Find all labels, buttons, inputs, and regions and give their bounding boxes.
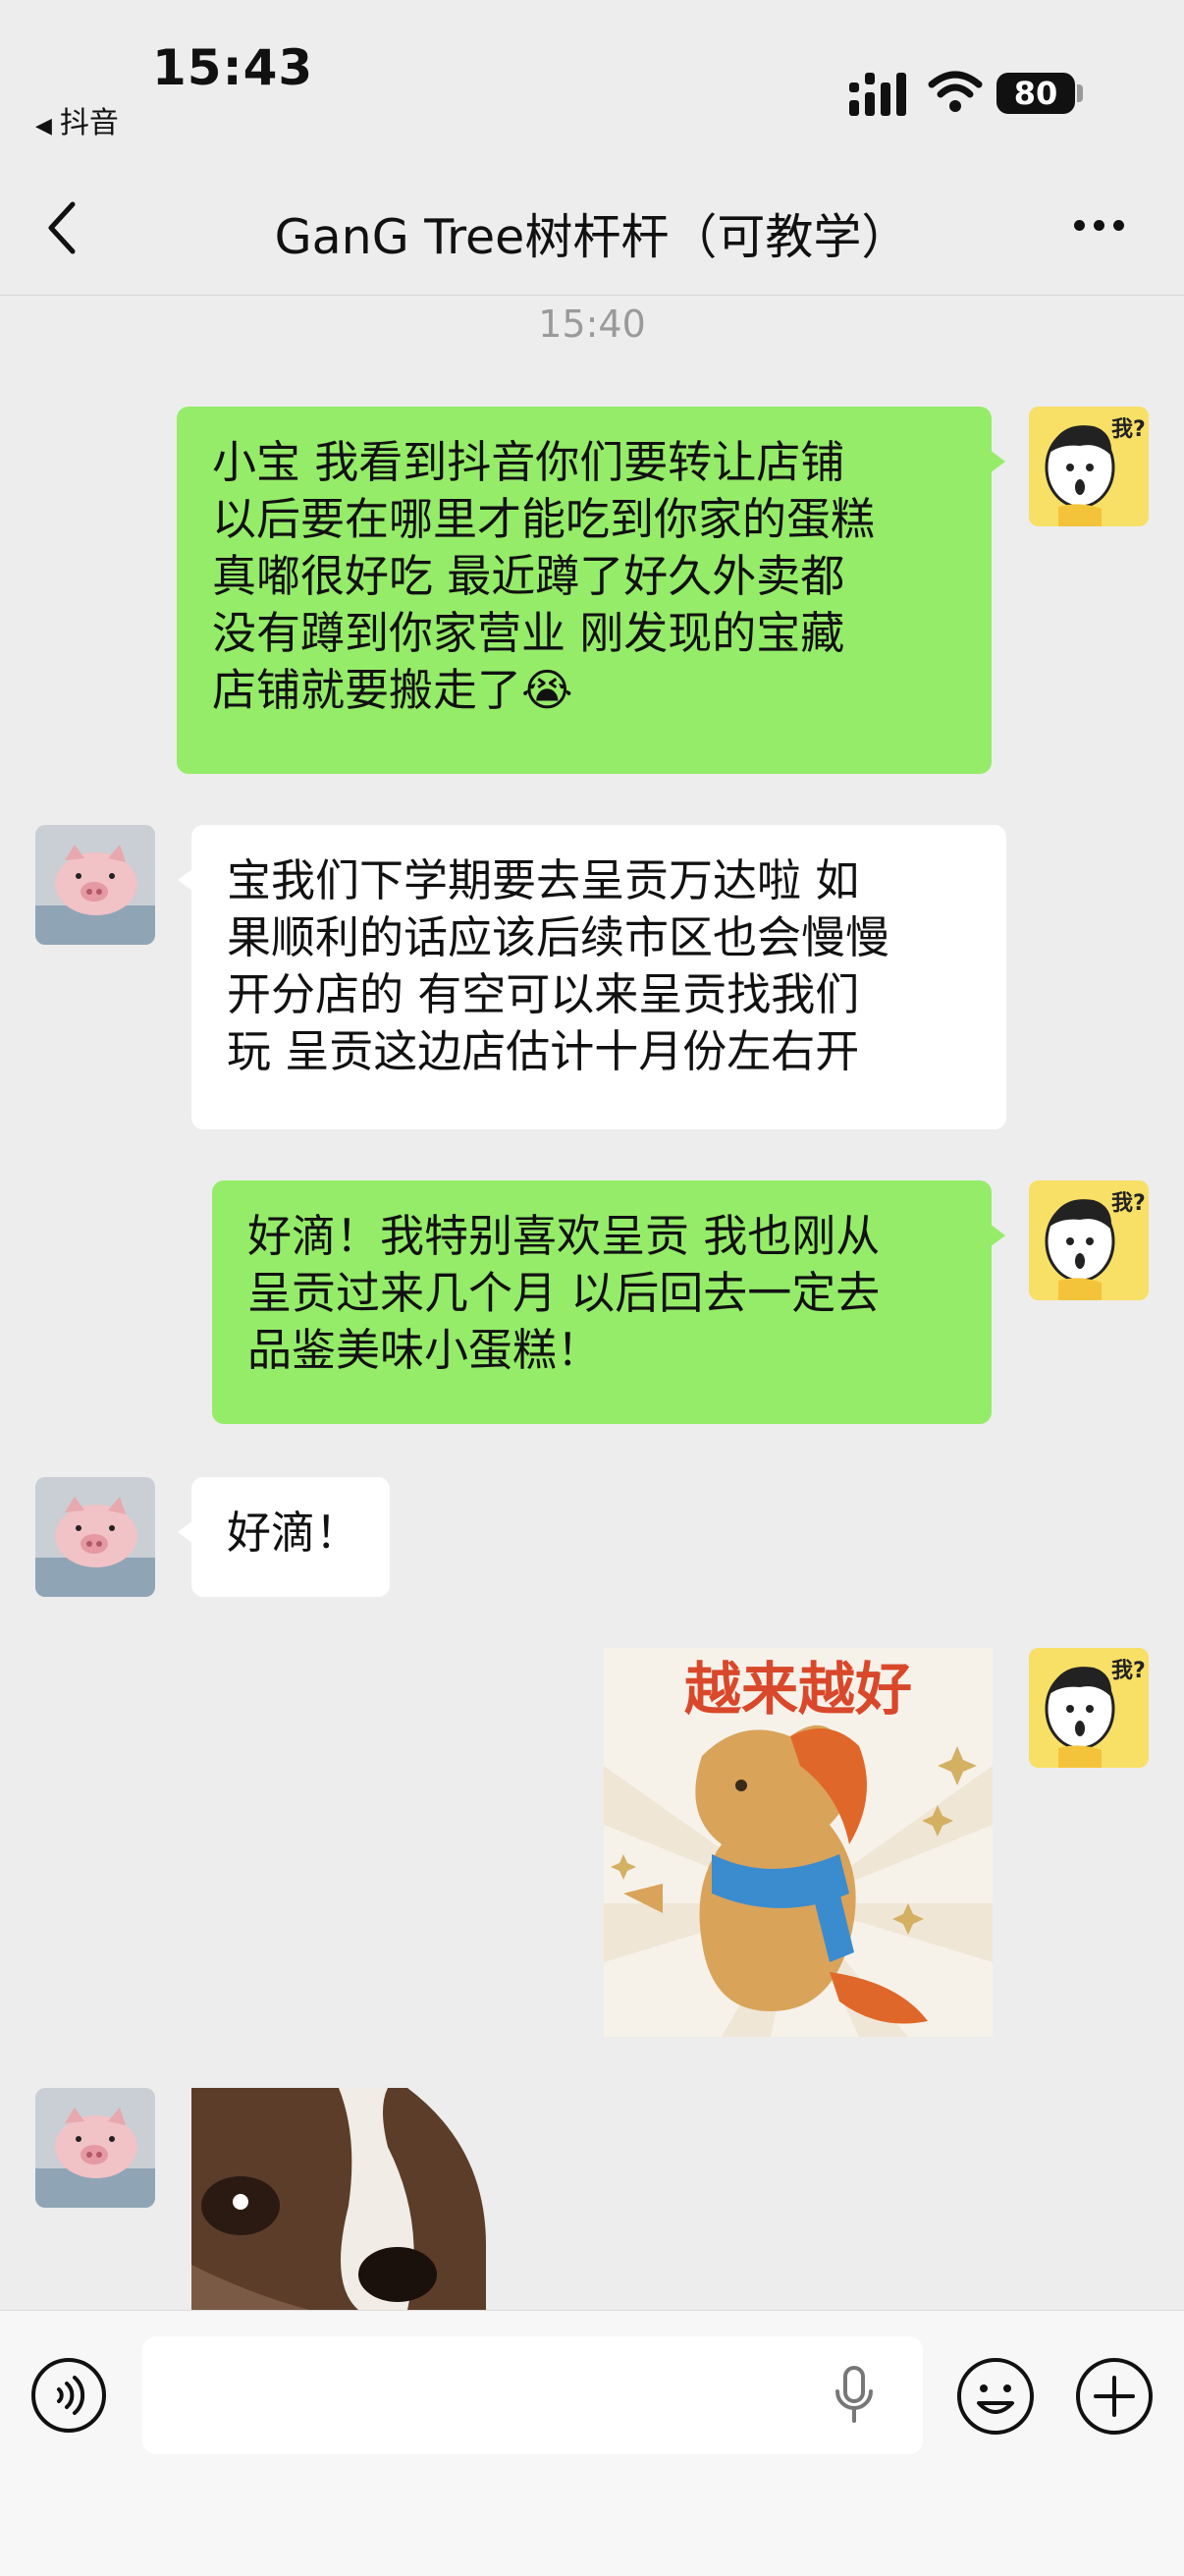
status-bar: 15:43 ◀ 抖音 80 [0,0,1184,157]
voice-input-icon[interactable] [29,2356,108,2435]
back-triangle-icon: ◀ [35,114,52,138]
crying-emoji-icon: 😭 [521,664,573,716]
cellular-signal-icon [849,73,906,116]
svg-text:我?: 我? [1111,1659,1146,1683]
message-timestamp: 15:40 [538,302,646,346]
battery-indicator: 80 [996,73,1075,114]
my-avatar[interactable]: 我? [1029,1180,1149,1300]
chat-title: GanG Tree树杆杆（可教学） [274,209,910,265]
message-line: 小宝 我看到抖音你们要转让店铺 [212,436,845,488]
contact-avatar[interactable] [35,1477,155,1597]
horse-sticker[interactable]: 越来越好 [604,1648,993,2037]
contact-avatar[interactable] [35,825,155,945]
sticker-caption: 越来越好 [684,1656,912,1723]
dog-face-icon [191,2088,486,2310]
wifi-icon [928,71,983,112]
message-line: 好滴！ [227,1507,360,1559]
message-line: 玩 呈贡这边店估计十月份左右开 [227,1025,860,1077]
battery-tip [1077,84,1083,102]
pig-avatar-icon [35,2088,155,2208]
message-input[interactable] [142,2336,923,2454]
message-line: 开分店的 有空可以来呈贡找我们 [227,968,860,1020]
message-line: 宝我们下学期要去呈贡万达啦 如 [227,854,860,906]
status-time: 15:43 [152,39,314,96]
cartoon-boy-avatar-icon: 我? [1029,1180,1149,1300]
message-line: 好滴！我特别喜欢呈贡 我也刚从 [247,1210,881,1262]
cartoon-boy-avatar-icon: 我? [1029,407,1149,526]
message-bubble-received[interactable]: 好滴！ [178,1477,390,1597]
pig-avatar-icon [35,1477,155,1597]
my-avatar[interactable]: 我? [1029,1648,1149,1768]
message-bubble-received[interactable]: 宝我们下学期要去呈贡万达啦 如 果顺利的话应该后续市区也会慢慢 开分店的 有空可… [178,825,1006,1129]
message-bubble-sent[interactable]: 小宝 我看到抖音你们要转让店铺 以后要在哪里才能吃到你家的蛋糕 真嘟很好吃 最近… [177,407,1005,774]
contact-avatar[interactable] [35,2088,155,2208]
emoji-icon[interactable] [955,2356,1036,2437]
pig-avatar-icon [35,825,155,945]
chat-header: GanG Tree树杆杆（可教学） [0,157,1184,296]
plus-icon[interactable] [1074,2356,1155,2437]
input-bar [0,2310,1184,2576]
message-line: 店铺就要搬走了 [212,664,522,716]
message-line: 没有蹲到你家营业 刚发现的宝藏 [212,607,845,659]
message-line: 果顺利的话应该后续市区也会慢慢 [227,911,890,963]
back-app-label: 抖音 [59,106,119,140]
message-line: 呈贡过来几个月 以后回去一定去 [247,1267,881,1319]
message-list[interactable]: 15:40 我? 小宝 我看到抖音你们要转让店铺 以后要在哪里才能吃到你家的蛋糕… [0,295,1184,2310]
microphone-icon[interactable] [830,2364,879,2427]
back-to-app-link[interactable]: ◀ 抖音 [35,98,119,141]
svg-text:我?: 我? [1111,1191,1146,1216]
my-avatar[interactable]: 我? [1029,407,1149,526]
svg-text:我?: 我? [1111,417,1146,442]
message-line: 品鉴美味小蛋糕！ [247,1324,602,1376]
message-bubble-sent[interactable]: 好滴！我特别喜欢呈贡 我也刚从 呈贡过来几个月 以后回去一定去 品鉴美味小蛋糕！ [212,1180,1005,1424]
cartoon-boy-avatar-icon: 我? [1029,1648,1149,1768]
more-options-icon[interactable] [1070,214,1129,238]
message-line: 以后要在哪里才能吃到你家的蛋糕 [212,493,876,545]
message-line: 真嘟很好吃 最近蹲了好久外卖都 [212,550,845,602]
dog-sticker[interactable] [191,2088,486,2310]
